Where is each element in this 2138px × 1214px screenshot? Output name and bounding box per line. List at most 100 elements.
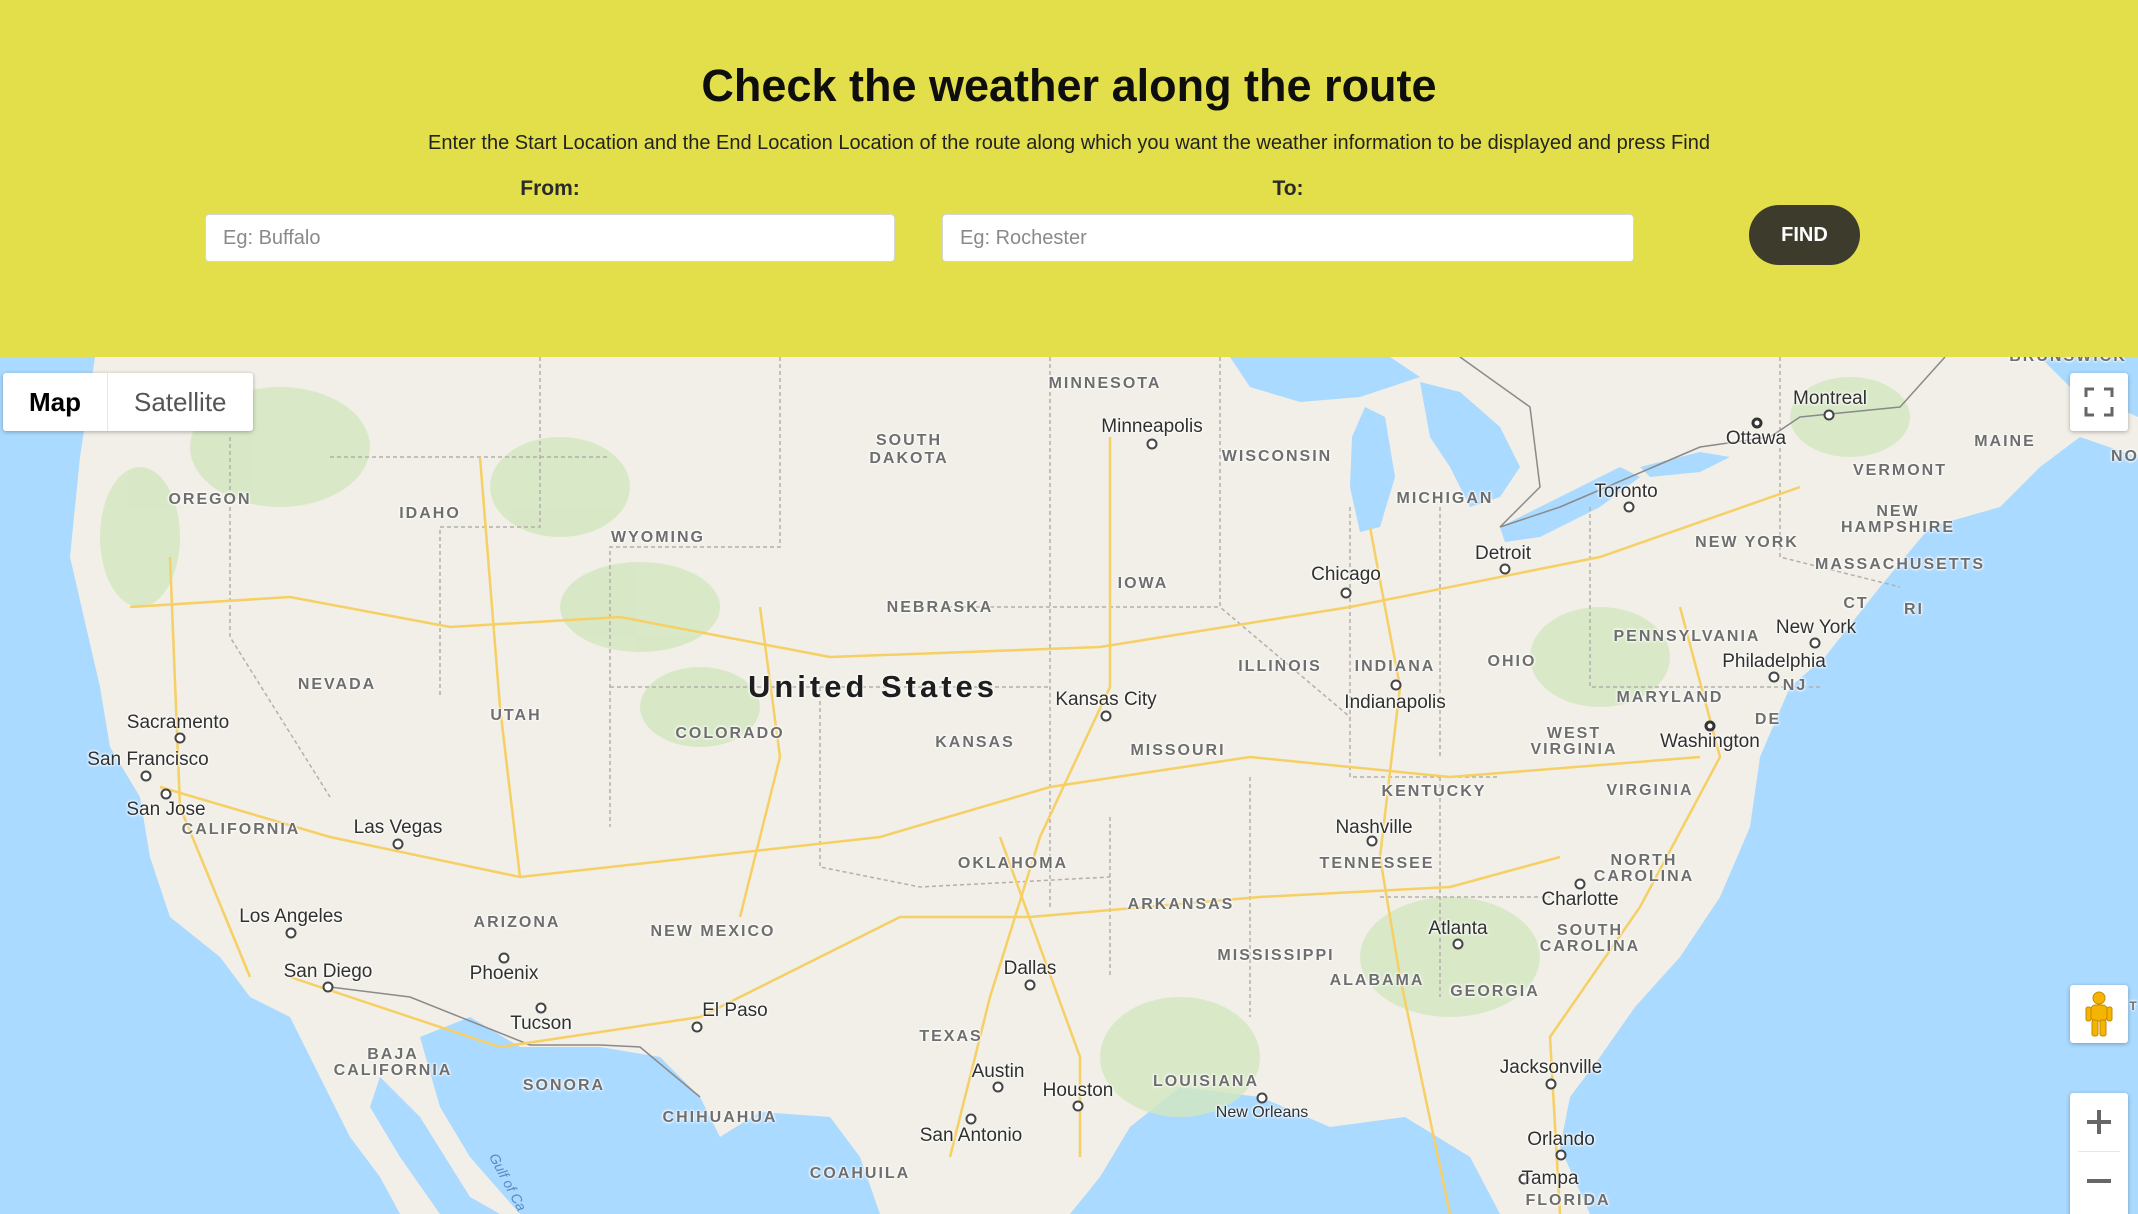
state-label: MARYLAND xyxy=(1616,689,1724,706)
street-view-button[interactable] xyxy=(2070,985,2128,1043)
state-label: LOUISIANA xyxy=(1153,1073,1259,1090)
zoom-in-button[interactable] xyxy=(2070,1093,2128,1151)
edge-label-fragment: NO xyxy=(2111,448,2138,465)
city-label: Ottawa xyxy=(1725,428,1787,449)
city-dot xyxy=(1390,679,1402,691)
state-label: COAHUILA xyxy=(809,1165,911,1182)
map-view[interactable]: MINNESOTA SOUTH DAKOTA WISCONSIN MICHIGA… xyxy=(0,357,2138,1214)
city-label: Dallas xyxy=(1003,958,1057,979)
state-label: NEW MEXICO xyxy=(650,923,776,940)
state-label: DE xyxy=(1754,711,1782,728)
city-dot xyxy=(1768,671,1780,683)
find-button[interactable]: FIND xyxy=(1749,205,1860,265)
capital-dot xyxy=(1704,720,1716,732)
fullscreen-icon xyxy=(2084,387,2114,417)
plus-icon xyxy=(2087,1110,2111,1134)
state-label: OHIO xyxy=(1487,653,1537,670)
state-label: TEXAS xyxy=(919,1028,983,1045)
city-label: Jacksonville xyxy=(1499,1057,1603,1078)
city-label: New Orleans xyxy=(1215,1104,1309,1121)
state-label: SONORA xyxy=(522,1077,606,1094)
city-dot xyxy=(285,927,297,939)
city-label: Nashville xyxy=(1335,817,1413,838)
state-label: GEORGIA xyxy=(1450,983,1540,1000)
from-input[interactable] xyxy=(205,214,895,262)
city-dot xyxy=(160,788,172,800)
state-label: CT xyxy=(1843,595,1869,612)
map-type-map-button[interactable]: Map xyxy=(3,373,108,431)
edge-label-fragment: T xyxy=(2129,999,2138,1013)
state-label: INDIANA xyxy=(1354,658,1436,675)
city-label: Philadelphia xyxy=(1722,651,1826,672)
route-search-header: Check the weather along the route Enter … xyxy=(0,0,2138,357)
street-view-pegman-icon xyxy=(2085,991,2113,1037)
state-label: MISSOURI xyxy=(1130,742,1226,759)
map-type-satellite-button[interactable]: Satellite xyxy=(108,373,253,431)
city-label: San Jose xyxy=(126,799,206,820)
city-dot xyxy=(1146,438,1158,450)
city-label: Tampa xyxy=(1521,1168,1579,1189)
zoom-control xyxy=(2070,1093,2128,1214)
city-dot xyxy=(1555,1149,1567,1161)
city-label: Chicago xyxy=(1311,564,1381,585)
state-label: ILLINOIS xyxy=(1238,658,1322,675)
state-label: BRUNSWICK xyxy=(2009,357,2127,366)
city-dot xyxy=(322,981,334,993)
city-label: San Antonio xyxy=(919,1125,1023,1146)
capital-dot xyxy=(1751,417,1763,429)
city-dot xyxy=(1256,1092,1268,1104)
zoom-out-button[interactable] xyxy=(2070,1152,2128,1210)
city-dot xyxy=(1545,1078,1557,1090)
state-label: PENNSYLVANIA xyxy=(1613,628,1761,645)
city-label: Sacramento xyxy=(126,712,230,733)
city-label: Los Angeles xyxy=(239,906,343,927)
state-label: OREGON xyxy=(168,491,252,508)
state-label: WISCONSIN xyxy=(1221,448,1333,465)
city-label: San Francisco xyxy=(87,749,209,770)
state-label: MASSACHUSETTS xyxy=(1814,556,1986,573)
state-label: IOWA xyxy=(1117,575,1169,592)
city-label: Atlanta xyxy=(1428,918,1488,939)
state-label: WYOMING xyxy=(611,529,705,546)
city-label: El Paso xyxy=(702,1000,768,1021)
city-dot xyxy=(1072,1100,1084,1112)
state-label: ALABAMA xyxy=(1329,972,1425,989)
city-label: Orlando xyxy=(1527,1129,1595,1150)
state-label: BAJA CALIFORNIA xyxy=(333,1046,453,1079)
city-label: San Diego xyxy=(283,961,373,982)
state-label: NJ xyxy=(1782,677,1808,694)
city-label: Tucson xyxy=(510,1013,572,1034)
city-dot xyxy=(1100,710,1112,722)
state-label: UTAH xyxy=(490,707,542,724)
fullscreen-button[interactable] xyxy=(2070,373,2128,431)
city-label: Las Vegas xyxy=(353,817,443,838)
city-dot xyxy=(1574,878,1586,890)
city-dot xyxy=(1623,501,1635,513)
city-label: Detroit xyxy=(1475,543,1531,564)
state-label: KANSAS xyxy=(935,734,1015,751)
city-dot xyxy=(1823,409,1835,421)
state-label: MICHIGAN xyxy=(1396,490,1494,507)
state-label: NEVADA xyxy=(297,676,377,693)
state-label: WEST VIRGINIA xyxy=(1530,725,1618,758)
state-label: MINNESOTA xyxy=(1048,375,1162,392)
city-dot xyxy=(140,770,152,782)
city-label: Houston xyxy=(1042,1080,1114,1101)
to-input[interactable] xyxy=(942,214,1634,262)
city-label: Austin xyxy=(971,1061,1025,1082)
from-label: From: xyxy=(520,177,580,200)
city-dot xyxy=(1452,938,1464,950)
city-dot xyxy=(965,1113,977,1125)
state-label: RI xyxy=(1904,601,1924,618)
state-label: FLORIDA xyxy=(1525,1192,1611,1209)
state-label: SOUTH DAKOTA xyxy=(869,432,949,467)
city-label: Montreal xyxy=(1793,388,1867,409)
city-dot xyxy=(992,1081,1004,1093)
city-label: Washington xyxy=(1660,731,1760,752)
state-label: OKLAHOMA xyxy=(957,855,1069,872)
state-label: CALIFORNIA xyxy=(181,821,301,838)
page-subtitle: Enter the Start Location and the End Loc… xyxy=(428,132,1710,154)
country-label: United States xyxy=(747,669,999,704)
state-label: IDAHO xyxy=(399,505,461,522)
minus-icon xyxy=(2087,1179,2111,1183)
